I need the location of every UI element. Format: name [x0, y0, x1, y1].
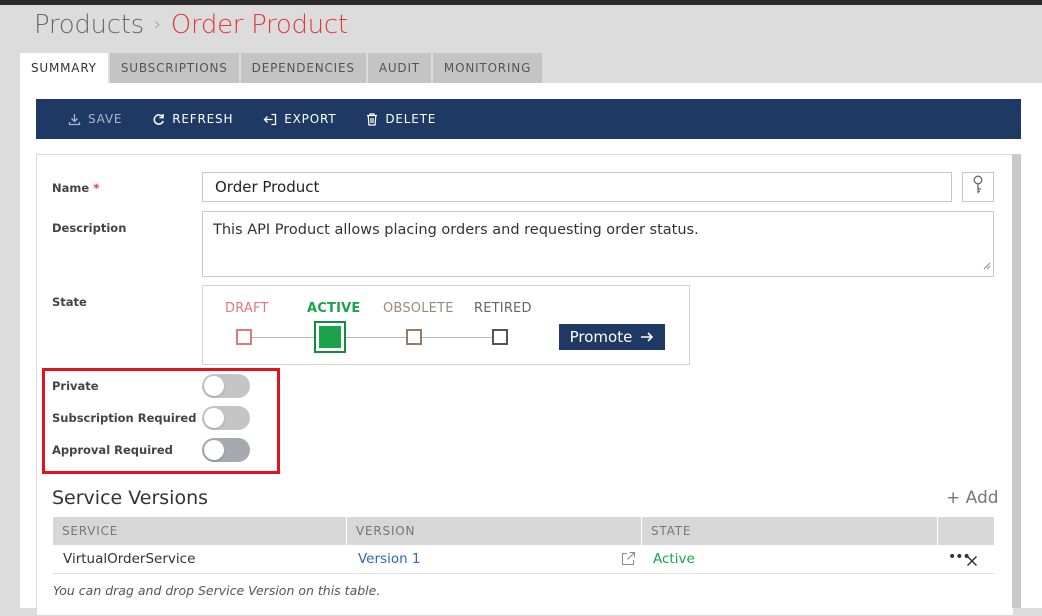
description-field[interactable]: This API Product allows placing orders a… [202, 211, 994, 277]
name-field[interactable]: Order Product [202, 172, 952, 202]
promote-label: Promote [569, 328, 633, 346]
column-header-state[interactable]: STATE [642, 517, 938, 545]
state-draft-marker[interactable] [236, 329, 252, 345]
tab-subscriptions[interactable]: SUBSCRIPTIONS [109, 53, 239, 83]
breadcrumb-current: Order Product [170, 10, 348, 40]
tab-bar: SUMMARY SUBSCRIPTIONS DEPENDENCIES AUDIT… [20, 53, 544, 83]
export-label: EXPORT [284, 112, 337, 126]
column-header-service[interactable]: SERVICE [53, 517, 347, 545]
table-row[interactable]: VirtualOrderService Version 1 Active ••• [53, 545, 994, 574]
description-label: Description [52, 221, 127, 235]
delete-label: DELETE [385, 112, 437, 126]
state-active-label: ACTIVE [307, 301, 361, 316]
toolbar: SAVE REFRESH EXPORT DELETE [36, 99, 1021, 139]
state-connector-line [244, 337, 500, 338]
version-link[interactable]: Version 1 [348, 545, 421, 573]
resize-grip-icon[interactable] [983, 258, 991, 274]
breadcrumb-root[interactable]: Products [34, 10, 144, 40]
arrow-right-icon [640, 331, 654, 343]
state-label: State [52, 295, 87, 309]
save-label: SAVE [88, 112, 123, 126]
state-draft-label: DRAFT [225, 301, 269, 316]
service-cell: VirtualOrderService [63, 551, 196, 567]
tab-monitoring[interactable]: MONITORING [432, 53, 543, 83]
key-icon [972, 175, 984, 199]
export-button[interactable]: EXPORT [263, 112, 336, 126]
state-retired-label: RETIRED [474, 301, 532, 316]
description-text: This API Product allows placing orders a… [213, 222, 699, 238]
external-link-icon[interactable] [620, 551, 636, 571]
key-button[interactable] [962, 172, 994, 202]
service-versions-title: Service Versions [52, 487, 209, 509]
tab-audit[interactable]: AUDIT [367, 53, 431, 83]
export-icon [263, 113, 277, 126]
refresh-button[interactable]: REFRESH [152, 112, 233, 126]
service-versions-table-header: SERVICE VERSION STATE [53, 517, 994, 545]
save-icon [68, 113, 81, 126]
delete-icon [366, 112, 378, 126]
state-obsolete-label: OBSOLETE [383, 301, 454, 316]
delete-button[interactable]: DELETE [366, 112, 436, 126]
add-service-version-link[interactable]: + Add [946, 488, 999, 508]
refresh-icon [152, 113, 165, 126]
window-top-strip [0, 0, 1042, 5]
column-header-version[interactable]: VERSION [347, 517, 642, 545]
drag-drop-hint: You can drag and drop Service Version on… [53, 583, 381, 598]
breadcrumb-separator: › [153, 14, 161, 35]
refresh-label: REFRESH [172, 112, 234, 126]
tab-dependencies[interactable]: DEPENDENCIES [240, 53, 366, 83]
highlight-box [42, 368, 280, 474]
state-retired-marker[interactable] [492, 329, 508, 345]
promote-button[interactable]: Promote [559, 324, 665, 350]
state-obsolete-marker[interactable] [406, 329, 422, 345]
required-marker: * [93, 181, 100, 195]
vertical-scrollbar[interactable] [1012, 154, 1021, 608]
breadcrumb: Products › Order Product [34, 10, 348, 40]
state-active-marker[interactable] [314, 321, 346, 353]
name-label: Name * [52, 181, 100, 195]
state-cell: Active [653, 551, 695, 567]
close-icon[interactable] [966, 552, 978, 571]
tab-summary[interactable]: SUMMARY [20, 53, 108, 83]
save-button[interactable]: SAVE [68, 112, 122, 126]
